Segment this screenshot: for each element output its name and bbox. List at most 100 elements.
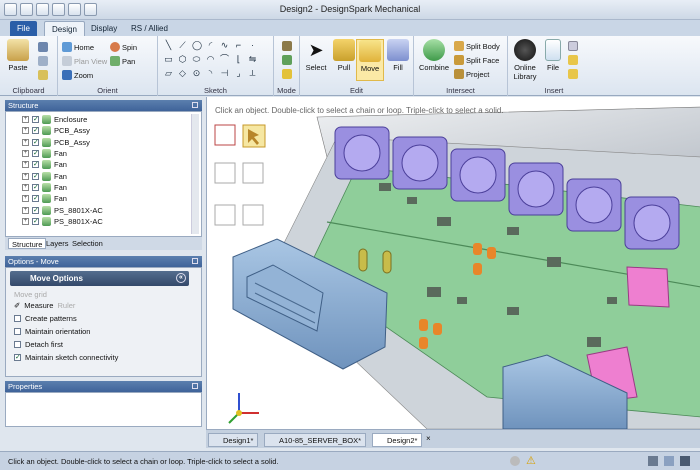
visibility-checkbox[interactable]: ✓ [32,206,39,214]
slot-tool-icon[interactable]: ▱ [164,69,173,78]
select-component-guide-icon[interactable] [214,124,236,146]
pull-button[interactable]: Pull [330,39,358,72]
tree-row[interactable]: + ✓ PS_8801X-AC [10,216,103,227]
capacitor[interactable] [487,247,496,259]
chip[interactable] [547,257,561,267]
maintain-sketch-connectivity-checkbox[interactable]: ✓ [14,354,21,361]
pin-icon[interactable] [192,102,198,108]
cut-icon[interactable] [38,42,48,52]
project-edge-icon[interactable]: ⟂ [248,69,257,78]
move-button[interactable]: Move [356,39,384,81]
display-mode-icon[interactable] [664,456,674,466]
expand-icon[interactable]: + [22,206,29,214]
crystal[interactable] [358,248,368,272]
up-to-guide-icon[interactable] [242,204,264,226]
capacitor[interactable] [473,263,482,275]
expand-icon[interactable]: + [22,217,29,225]
insert-file-button[interactable]: File [542,39,564,72]
arc-tool-icon[interactable]: ◜ [206,41,215,50]
copy-icon[interactable] [38,56,48,66]
split-face-button[interactable]: Split Face [454,55,499,65]
visibility-checkbox[interactable]: ✓ [32,138,39,146]
plan-view-button[interactable]: Plan View [62,56,107,66]
offset-tool-icon[interactable]: ⌒ [220,55,229,64]
pan-button[interactable]: Pan [110,56,135,66]
chip[interactable] [507,307,519,315]
combine-button[interactable]: Combine [418,39,450,72]
tab-file[interactable]: File [10,21,37,36]
paste-button[interactable]: Paste [4,39,32,72]
project-button[interactable]: Project [454,69,489,79]
visibility-checkbox[interactable]: ✓ [32,183,39,191]
three-point-rect-icon[interactable]: ◇ [178,69,187,78]
chip[interactable] [379,183,391,191]
info-icon[interactable] [510,456,520,466]
visibility-checkbox[interactable]: ✓ [32,195,39,203]
format-painter-icon[interactable] [38,70,48,80]
mirror-tool-icon[interactable]: ⇋ [248,55,257,64]
tab-layers[interactable]: Layers [43,238,72,249]
point-tool-icon[interactable]: · [248,41,257,50]
expand-icon[interactable]: + [22,138,29,146]
chip[interactable] [437,217,451,226]
3d-mode-icon[interactable] [282,69,292,79]
home-button[interactable]: Home [62,42,94,52]
circle-tool-icon[interactable]: ◯ [192,41,202,50]
chip[interactable] [457,297,467,304]
doc-tab-server-box[interactable]: A10-85_SERVER_BOX* [264,433,366,447]
collapse-icon[interactable]: « [176,273,186,283]
tab-design[interactable]: Design [44,21,85,36]
tree-row[interactable]: + ✓ Fan [10,148,103,159]
polygon-tool-icon[interactable]: ⬡ [178,55,187,64]
maintain-sketch-connectivity-option[interactable]: ✓ Maintain sketch connectivity [14,353,118,362]
tab-display[interactable]: Display [84,21,124,36]
capacitor[interactable] [433,323,442,335]
warning-icon[interactable]: ⚠ [526,454,536,467]
move-along-trajectory-icon[interactable] [214,204,236,226]
doc-tab-design1[interactable]: Design1* [208,433,259,447]
split-body-button[interactable]: Split Body [454,41,500,51]
extend-tool-icon[interactable]: ⊣ [220,69,229,78]
chip[interactable] [607,297,617,304]
capacitor[interactable] [419,319,428,331]
chamfer-tool-icon[interactable]: ⌟ [234,69,243,78]
tree-row[interactable]: + ✓ PCB_Assy [10,125,103,136]
design-viewport[interactable]: Click an object. Double-click to select … [206,97,700,429]
trim-tool-icon[interactable]: ⌐ [234,41,243,50]
anchor-guide-icon[interactable] [214,162,236,184]
pin-icon[interactable] [192,258,198,264]
doc-tab-design2[interactable]: Design2* [372,433,423,447]
tree-row[interactable]: + ✓ Fan [10,182,103,193]
close-tab-icon[interactable]: × [426,434,431,443]
chip[interactable] [407,197,417,204]
select-button[interactable]: ➤ Select [302,39,330,72]
chip[interactable] [427,287,441,297]
tree-scrollbar[interactable] [191,114,199,234]
sweep-arc-icon[interactable]: ◝ [206,69,215,78]
capacitor[interactable] [473,243,482,255]
capacitor[interactable] [419,337,428,349]
ellipse-tool-icon[interactable]: ⬭ [192,55,201,64]
fillet-tool-icon[interactable]: ⌊ [234,55,243,64]
section-mode-icon[interactable] [282,55,292,65]
tree-row[interactable]: + ✓ Fan [10,170,103,181]
chip[interactable] [507,227,519,235]
plane-icon[interactable] [568,41,578,51]
tree-row[interactable]: + ✓ Fan [10,159,103,170]
expand-icon[interactable]: + [22,150,29,158]
rectangle-tool-icon[interactable]: ▭ [164,55,173,64]
view-settings-icon[interactable] [648,456,658,466]
pin-icon[interactable] [192,383,198,389]
visibility-checkbox[interactable]: ✓ [32,127,39,135]
crystal[interactable] [382,250,392,274]
three-point-arc-icon[interactable]: ◠ [206,55,215,64]
spline-tool-icon[interactable]: ∿ [220,41,229,50]
tree-row[interactable]: + ✓ PCB_Assy [10,137,103,148]
visibility-checkbox[interactable]: ✓ [32,150,39,158]
tangent-line-icon[interactable]: ⟋ [178,41,187,50]
expand-icon[interactable]: + [22,195,29,203]
move-grid-option[interactable]: Move grid [14,290,47,299]
measure-option[interactable]: ✐ Measure Ruler [14,301,75,310]
expand-icon[interactable]: + [22,172,29,180]
orient-guide-icon[interactable] [242,162,264,184]
